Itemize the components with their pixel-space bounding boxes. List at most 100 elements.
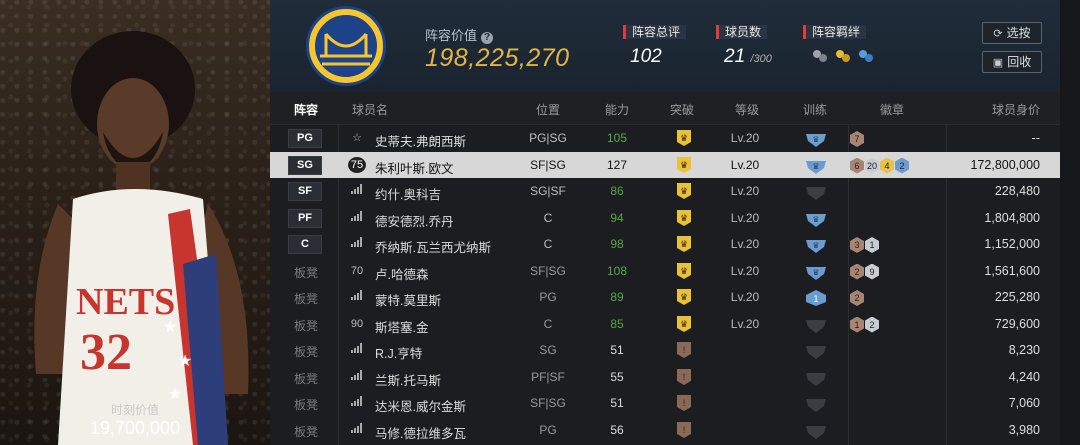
col-name[interactable]: 球员名 (352, 101, 388, 118)
player-name[interactable]: 兰斯.托马斯 (375, 370, 441, 389)
player-value: 1,804,800 (984, 210, 1040, 225)
badge-list: 29 (850, 262, 880, 280)
col-level[interactable]: 等级 (735, 101, 759, 118)
badge-icon[interactable]: 3 (850, 237, 864, 253)
breakthrough-icon[interactable]: ♛ (675, 129, 693, 147)
badge-icon[interactable]: 2 (895, 157, 909, 174)
player-name[interactable]: 朱利叶斯.欧文 (375, 158, 453, 177)
player-position: PG|SG (529, 131, 567, 145)
col-breakthrough[interactable]: 突破 (670, 101, 694, 118)
badge-icon[interactable]: 2 (850, 290, 864, 306)
player-value: 4,240 (1008, 369, 1040, 384)
breakthrough-icon[interactable]: ♛ (675, 315, 693, 333)
signal-bars-icon (348, 422, 366, 438)
training-icon[interactable] (805, 422, 827, 440)
svg-text:♛: ♛ (680, 134, 688, 144)
col-ability[interactable]: 能力 (605, 101, 629, 118)
table-row[interactable]: PF 德安德烈.乔丹 C 94 ♛ Lv.20 ♛ 1,804,800 (270, 205, 1060, 231)
svg-text:♛: ♛ (680, 187, 688, 197)
breakthrough-icon[interactable]: ! (675, 341, 693, 359)
player-level: Lv.20 (730, 131, 760, 145)
badge-icon[interactable]: 2 (865, 316, 879, 333)
training-icon[interactable]: ♛ (805, 263, 827, 281)
player-name[interactable]: R.J.亨特 (375, 343, 422, 362)
table-row[interactable]: SG 75 朱利叶斯.欧文 SF|SG 127 ♛ Lv.20 ♛ 6 20 4 2 172,800,0… (270, 151, 1060, 178)
select-button-label: 选按 (1006, 26, 1031, 40)
training-icon[interactable]: 1 (805, 289, 827, 307)
training-icon[interactable] (805, 395, 827, 413)
svg-text:!: ! (682, 399, 686, 409)
player-name[interactable]: 蒙特.莫里斯 (375, 290, 441, 309)
training-icon[interactable] (805, 183, 827, 201)
table-row[interactable]: 板凳 达米恩.威尔金斯 SF|SG 51! 7,060 (270, 390, 1060, 416)
player-name[interactable]: 卢.哈德森 (375, 264, 428, 283)
col-value[interactable]: 球员身价 (992, 101, 1040, 118)
player-card[interactable]: ★ ★ ★ NETS 32 时刻价值 19,700,000 (0, 0, 270, 445)
badge-icon[interactable]: 7 (850, 131, 864, 147)
bond-icons[interactable] (810, 47, 880, 67)
training-icon[interactable]: ♛ (805, 157, 827, 175)
lineup-slot: C (288, 235, 322, 254)
signal-bars-icon (348, 342, 366, 358)
breakthrough-icon[interactable]: ♛ (675, 156, 693, 174)
col-lineup[interactable]: 阵容 (294, 101, 318, 118)
player-ability: 51 (610, 343, 624, 357)
training-icon[interactable]: ♛ (805, 236, 827, 254)
breakthrough-icon[interactable]: ♛ (675, 235, 693, 253)
table-row[interactable]: 板凳 90 斯塔塞.金 C 85 ♛ Lv.20 1 2 729,600 (270, 311, 1060, 337)
badge-icon[interactable]: 2 (850, 263, 864, 280)
player-name[interactable]: 马修.德拉维多瓦 (375, 423, 466, 442)
player-name[interactable]: 史蒂夫.弗朗西斯 (375, 131, 466, 150)
badge-icon[interactable]: 20 (865, 157, 879, 174)
player-name[interactable]: 约什.奥科吉 (375, 184, 441, 203)
player-position: SF|SG (530, 263, 566, 278)
table-row[interactable]: 板凳 马修.德拉维多瓦 PG 56! 3,980 (270, 417, 1060, 443)
table-row[interactable]: PG ☆ 史蒂夫.弗朗西斯 PG|SG 105 ♛ Lv.20 ♛ 7 -- (270, 125, 1060, 151)
recycle-button[interactable]: ▣ 回收 (982, 51, 1042, 73)
player-level: Lv.20 (730, 263, 760, 278)
badge-icon[interactable]: 6 (850, 157, 864, 174)
bench-label: 板凳 (294, 398, 319, 412)
training-icon[interactable] (805, 342, 827, 360)
total-rating-value: 102 (630, 46, 662, 67)
table-row[interactable]: SF 约什.奥科吉 SG|SF 86 ♛ Lv.20 228,480 (270, 178, 1060, 204)
player-name[interactable]: 斯塔塞.金 (375, 317, 428, 336)
breakthrough-icon[interactable]: ! (675, 421, 693, 439)
breakthrough-icon[interactable]: ♛ (675, 288, 693, 306)
table-row[interactable]: C 乔纳斯.瓦兰西尤纳斯 C 98 ♛ Lv.20 ♛ 3 1 1,152,000 (270, 231, 1060, 257)
training-icon[interactable]: ♛ (805, 210, 827, 228)
badge-icon[interactable]: 1 (850, 316, 864, 333)
col-position[interactable]: 位置 (536, 101, 560, 118)
jersey-number: 32 (80, 324, 132, 381)
player-level: Lv.20 (730, 210, 760, 225)
badge-icon[interactable]: 4 (880, 157, 894, 174)
badge-icon[interactable]: 9 (865, 263, 879, 280)
table-row[interactable]: 板凳 蒙特.莫里斯 PG 89 ♛ Lv.20 1 2 225,280 (270, 284, 1060, 310)
breakthrough-icon[interactable]: ! (675, 368, 693, 386)
refresh-icon: ⟳ (993, 28, 1003, 40)
col-training[interactable]: 训练 (803, 101, 827, 118)
player-name[interactable]: 德安德烈.乔丹 (375, 211, 453, 230)
table-row[interactable]: 板凳 R.J.亨特 SG 51! 8,230 (270, 337, 1060, 363)
col-badges[interactable]: 徽章 (880, 101, 904, 118)
training-icon[interactable] (805, 316, 827, 334)
breakthrough-icon[interactable]: ♛ (675, 262, 693, 280)
bench-label: 板凳 (294, 292, 319, 306)
training-icon[interactable] (805, 369, 827, 387)
player-level: Lv.20 (730, 237, 760, 251)
badge-icon[interactable]: 1 (865, 237, 879, 253)
breakthrough-icon[interactable]: ♛ (675, 182, 693, 200)
player-name[interactable]: 乔纳斯.瓦兰西尤纳斯 (375, 237, 491, 256)
breakthrough-icon[interactable]: ! (675, 394, 693, 412)
training-icon[interactable]: ♛ (805, 130, 827, 148)
help-icon[interactable]: ? (481, 32, 494, 44)
player-ability: 85 (610, 316, 624, 331)
breakthrough-icon[interactable]: ♛ (675, 209, 693, 227)
player-name[interactable]: 达米恩.威尔金斯 (375, 396, 466, 415)
lineup-slot: PF (288, 208, 322, 228)
table-row[interactable]: 板凳 兰斯.托马斯 PF|SF 55! 4,240 (270, 364, 1060, 390)
table-row[interactable]: 板凳 70 卢.哈德森 SF|SG 108 ♛ Lv.20 ♛ 2 9 1,561,600 (270, 258, 1060, 284)
signal-bars-icon (348, 183, 366, 199)
select-button[interactable]: ⟳ 选按 (982, 22, 1042, 44)
bond-gray-icon (813, 50, 827, 62)
